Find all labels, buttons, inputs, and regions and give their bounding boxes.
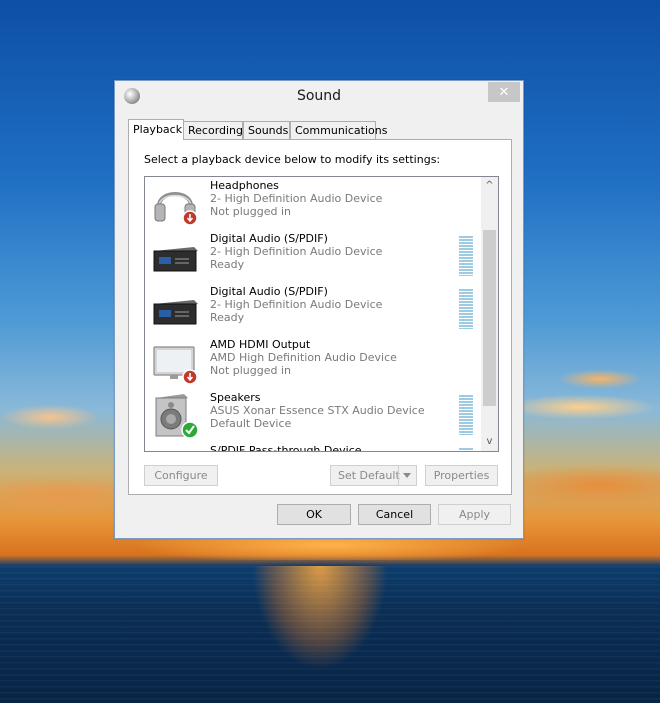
list-item[interactable]: S/PDIF Pass-through Device bbox=[146, 443, 473, 452]
scroll-thumb[interactable] bbox=[483, 230, 496, 406]
device-status: Default Device bbox=[210, 417, 292, 430]
device-name: Digital Audio (S/PDIF) bbox=[210, 285, 328, 298]
tab-playback[interactable]: Playback bbox=[128, 119, 184, 140]
tab-recording[interactable]: Recording bbox=[183, 121, 243, 139]
device-name: AMD HDMI Output bbox=[210, 338, 311, 351]
device-status: Ready bbox=[210, 311, 245, 324]
set-default-split-button[interactable]: Set Default bbox=[330, 465, 417, 486]
sound-dialog: Sound ✕ Playback Recording Sounds Commun… bbox=[114, 80, 524, 539]
volume-level-meter bbox=[459, 395, 473, 435]
volume-level-meter bbox=[459, 236, 473, 276]
device-name: S/PDIF Pass-through Device bbox=[210, 444, 362, 452]
speaker-icon bbox=[155, 394, 199, 439]
sea-surface bbox=[0, 566, 660, 703]
headphones-icon bbox=[154, 192, 198, 226]
tab-sounds[interactable]: Sounds bbox=[243, 121, 290, 139]
list-item[interactable]: Speakers ASUS Xonar Essence STX Audio De… bbox=[146, 390, 473, 443]
tab-communications[interactable]: Communications bbox=[290, 121, 387, 139]
apply-button[interactable]: Apply bbox=[438, 504, 511, 525]
device-description: 2- High Definition Audio Device bbox=[210, 245, 383, 258]
spdif-device-icon bbox=[153, 247, 198, 272]
scroll-down-icon[interactable]: v bbox=[481, 434, 498, 451]
properties-button[interactable]: Properties bbox=[425, 465, 498, 486]
device-description: 2- High Definition Audio Device bbox=[210, 192, 383, 205]
device-name: Speakers bbox=[210, 391, 261, 404]
close-button[interactable]: ✕ bbox=[488, 82, 520, 102]
playback-panel: Select a playback device below to modify… bbox=[128, 139, 512, 495]
chevron-down-icon bbox=[403, 473, 411, 478]
device-status: Not plugged in bbox=[210, 205, 292, 218]
list-item[interactable]: AMD HDMI Output AMD High Definition Audi… bbox=[146, 337, 466, 390]
playback-device-list[interactable]: Headphones 2- High Definition Audio Devi… bbox=[144, 176, 499, 452]
list-item[interactable]: Digital Audio (S/PDIF) 2- High Definitio… bbox=[146, 284, 473, 337]
scroll-up-icon[interactable]: ^ bbox=[481, 177, 498, 194]
spdif-device-icon bbox=[153, 300, 198, 325]
device-description: AMD High Definition Audio Device bbox=[210, 351, 397, 364]
device-name: Digital Audio (S/PDIF) bbox=[210, 232, 328, 245]
device-description: 2- High Definition Audio Device bbox=[210, 298, 383, 311]
cancel-button[interactable]: Cancel bbox=[358, 504, 431, 525]
monitor-icon bbox=[153, 346, 198, 385]
device-description: ASUS Xonar Essence STX Audio Device bbox=[210, 404, 425, 417]
device-list-scrollbar[interactable]: ^ v bbox=[481, 177, 498, 451]
volume-level-meter bbox=[459, 448, 473, 451]
device-status: Ready bbox=[210, 258, 245, 271]
title-bar[interactable]: Sound ✕ bbox=[115, 81, 523, 111]
window-title: Sound bbox=[296, 88, 342, 104]
list-item[interactable]: Headphones 2- High Definition Audio Devi… bbox=[146, 178, 466, 231]
list-item[interactable]: Digital Audio (S/PDIF) 2- High Definitio… bbox=[146, 231, 473, 284]
set-default-label: Set Default bbox=[338, 469, 400, 482]
instructions-text: Select a playback device below to modify… bbox=[144, 153, 441, 166]
device-status: Not plugged in bbox=[210, 364, 292, 377]
configure-button[interactable]: Configure bbox=[144, 465, 218, 486]
device-name: Headphones bbox=[210, 179, 279, 192]
volume-level-meter bbox=[459, 289, 473, 329]
ok-button[interactable]: OK bbox=[277, 504, 351, 525]
set-default-dropdown-arrow[interactable] bbox=[398, 466, 416, 485]
